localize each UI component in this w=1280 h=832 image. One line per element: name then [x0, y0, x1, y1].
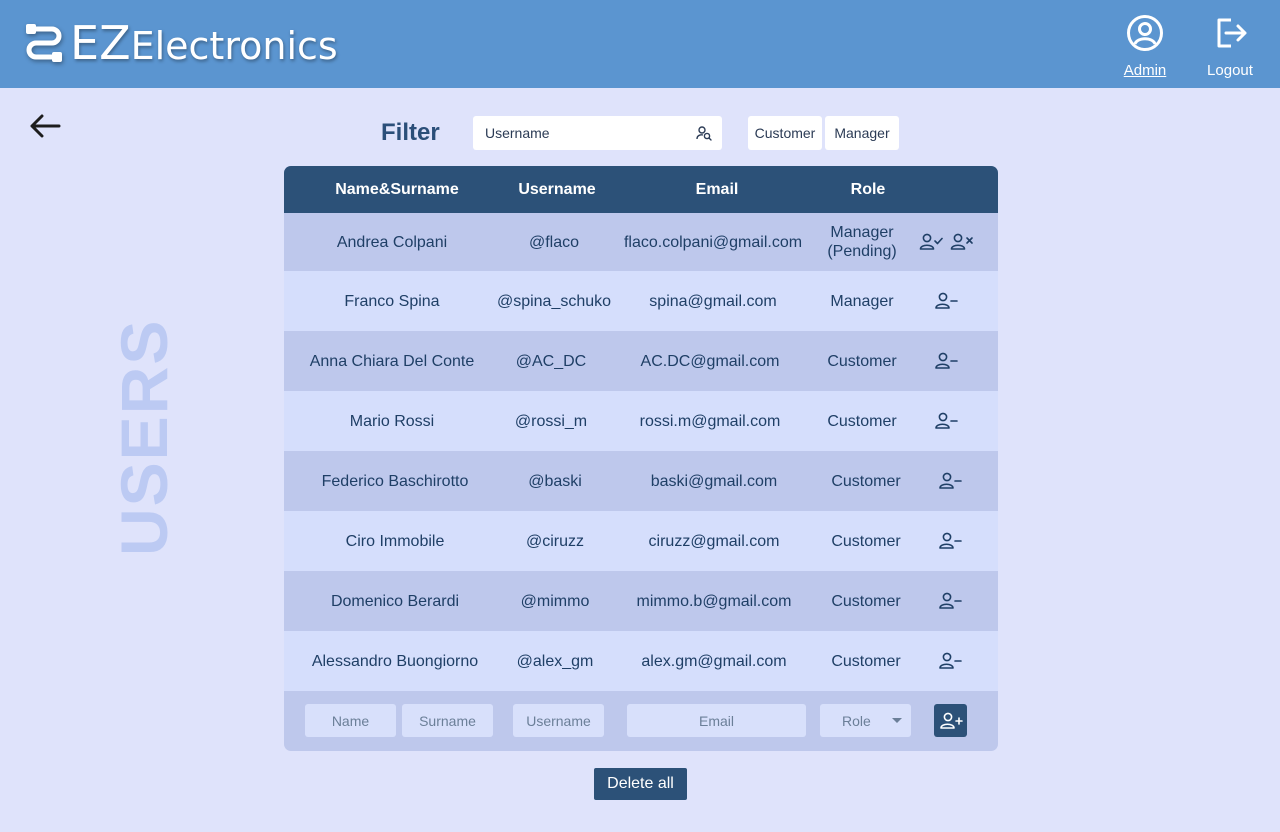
chevron-down-icon	[892, 718, 902, 723]
logout-button[interactable]: Logout	[1195, 14, 1265, 79]
logout-label: Logout	[1207, 62, 1253, 79]
remove-user-button[interactable]	[931, 271, 961, 331]
column-header-name: Name&Surname	[335, 181, 459, 198]
table-row: Anna Chiara Del Conte @AC_DC AC.DC@gmail…	[284, 331, 998, 391]
app-logo[interactable]: EZ Electronics	[22, 16, 338, 70]
cell-name: Mario Rossi	[349, 412, 435, 430]
filter-username-input[interactable]	[485, 125, 685, 141]
filter-label: Filter	[381, 119, 440, 146]
cell-username: @flaco	[528, 233, 580, 251]
table-row: Franco Spina @spina_schuko spina@gmail.c…	[284, 271, 998, 331]
filter-search-box	[473, 116, 722, 150]
cell-role: Customer	[831, 652, 901, 670]
user-x-icon	[950, 233, 973, 250]
cell-name: Domenico Berardi	[330, 592, 460, 610]
remove-user-button[interactable]	[935, 631, 965, 691]
column-header-username: Username	[518, 181, 596, 198]
user-check-icon	[919, 233, 943, 250]
cell-email: AC.DC@gmail.com	[640, 352, 780, 370]
user-minus-icon	[939, 592, 962, 609]
cell-email: alex.gm@gmail.com	[641, 652, 787, 670]
add-user-button[interactable]	[934, 704, 967, 737]
role-select-value: Role	[842, 713, 871, 729]
cell-role: Customer	[827, 352, 897, 370]
approve-user-button[interactable]	[916, 213, 946, 271]
new-role-select[interactable]: Role	[820, 704, 911, 737]
add-user-form: Role	[284, 691, 998, 751]
user-plus-icon	[939, 712, 963, 729]
filter-customer-button[interactable]: Customer	[748, 116, 822, 150]
cell-role: Customer	[831, 532, 901, 550]
cell-name: Federico Baschirotto	[321, 472, 469, 490]
remove-user-button[interactable]	[935, 451, 965, 511]
cell-email: ciruzz@gmail.com	[648, 532, 780, 550]
cell-username: @baski	[528, 472, 582, 490]
cell-name: Andrea Colpani	[336, 233, 448, 251]
admin-label: Admin	[1123, 62, 1167, 79]
cell-role: Customer	[827, 412, 897, 430]
user-minus-icon	[939, 652, 962, 669]
back-button[interactable]	[28, 112, 62, 145]
logo-text: EZ Electronics	[70, 16, 338, 70]
cell-username: @ciruzz	[525, 532, 585, 550]
cell-username: @mimmo	[520, 592, 590, 610]
user-search-icon[interactable]	[696, 125, 712, 146]
cell-username: @AC_DC	[515, 352, 587, 370]
cell-name: Franco Spina	[344, 292, 440, 310]
user-minus-icon	[935, 292, 958, 309]
cell-username: @spina_schuko	[496, 292, 612, 310]
cell-role: Manager (Pending)	[827, 224, 897, 260]
new-email-input[interactable]	[627, 704, 806, 737]
reject-user-button[interactable]	[947, 213, 977, 271]
new-surname-input[interactable]	[402, 704, 493, 737]
remove-user-button[interactable]	[931, 331, 961, 391]
logo-ez: EZ	[70, 16, 131, 70]
cell-username: @alex_gm	[516, 652, 594, 670]
table-header: Name&Surname Username Email Role	[284, 166, 998, 213]
admin-button[interactable]: Admin	[1110, 14, 1180, 79]
column-header-role: Role	[850, 181, 886, 198]
cell-name: Alessandro Buongiorno	[311, 652, 479, 670]
user-circle-icon	[1127, 15, 1163, 51]
user-minus-icon	[935, 352, 958, 369]
remove-user-button[interactable]	[935, 571, 965, 631]
cell-role: Manager	[830, 292, 894, 310]
delete-all-button[interactable]: Delete all	[594, 768, 687, 800]
table-row: Alessandro Buongiorno @alex_gm alex.gm@g…	[284, 631, 998, 691]
new-username-input[interactable]	[513, 704, 604, 737]
new-name-input[interactable]	[305, 704, 396, 737]
column-header-email: Email	[695, 181, 739, 198]
users-table: Name&Surname Username Email Role Andrea …	[284, 166, 998, 751]
filter-manager-button[interactable]: Manager	[825, 116, 899, 150]
table-row: Andrea Colpani @flaco flaco.colpani@gmai…	[284, 213, 998, 271]
cell-name: Ciro Immobile	[345, 532, 445, 550]
cell-email: rossi.m@gmail.com	[639, 412, 781, 430]
table-row: Mario Rossi @rossi_m rossi.m@gmail.com C…	[284, 391, 998, 451]
user-minus-icon	[935, 412, 958, 429]
cell-role: Customer	[831, 472, 901, 490]
cell-email: flaco.colpani@gmail.com	[623, 233, 803, 251]
remove-user-button[interactable]	[931, 391, 961, 451]
remove-user-button[interactable]	[935, 511, 965, 571]
table-row: Federico Baschirotto @baski baski@gmail.…	[284, 451, 998, 511]
arrow-left-icon	[30, 114, 61, 138]
cell-email: baski@gmail.com	[650, 472, 778, 490]
circuit-logo-icon	[26, 24, 62, 62]
table-row: Domenico Berardi @mimmo mimmo.b@gmail.co…	[284, 571, 998, 631]
logout-icon	[1217, 18, 1247, 48]
table-row: Ciro Immobile @ciruzz ciruzz@gmail.com C…	[284, 511, 998, 571]
logo-electronics: Electronics	[130, 24, 338, 68]
cell-email: mimmo.b@gmail.com	[636, 592, 792, 610]
cell-email: spina@gmail.com	[649, 292, 777, 310]
user-minus-icon	[939, 532, 962, 549]
cell-username: @rossi_m	[514, 412, 588, 430]
cell-name: Anna Chiara Del Conte	[309, 352, 475, 370]
user-minus-icon	[939, 472, 962, 489]
cell-role: Customer	[831, 592, 901, 610]
top-bar: EZ Electronics Admin Logout	[0, 0, 1280, 88]
page-side-title: USERS	[107, 318, 181, 556]
